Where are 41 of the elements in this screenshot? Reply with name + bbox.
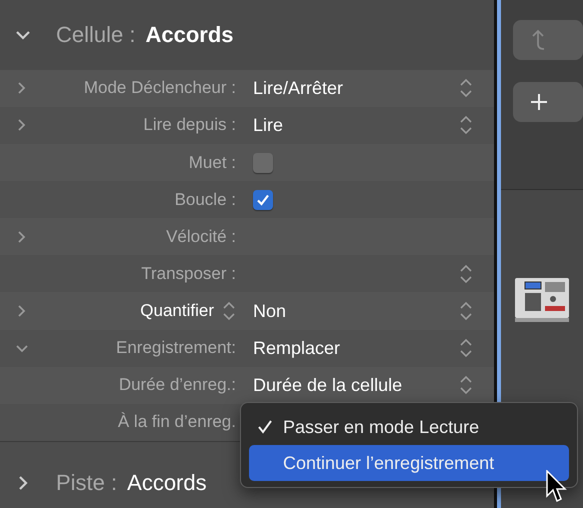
checkmark-icon <box>257 419 273 435</box>
stepper-icon[interactable] <box>459 301 473 321</box>
mouse-pointer-icon <box>546 470 568 504</box>
section-value: Accords <box>127 470 207 496</box>
field-label: Mode Déclencheur : <box>84 78 236 98</box>
popup-value[interactable]: Lire <box>253 114 284 136</box>
stepper-icon[interactable] <box>459 338 473 358</box>
stepper-icon[interactable] <box>459 115 473 136</box>
field-label: À la fin d’enreg. <box>118 412 236 432</box>
popup-value[interactable]: Durée de la cellule <box>253 374 402 396</box>
checkmark-icon <box>256 192 270 207</box>
return-arrow-button[interactable] <box>513 20 583 60</box>
disclosure-chevron-icon[interactable] <box>16 118 28 132</box>
section-label: Cellule : <box>56 22 136 48</box>
disclosure-chevron-icon[interactable] <box>16 304 28 318</box>
menu-item[interactable]: Passer en mode Lecture <box>249 409 569 445</box>
field-label: Transposer : <box>141 264 236 284</box>
popup-value[interactable]: Lire/Arrêter <box>253 78 344 99</box>
field-label: Muet : <box>188 152 236 172</box>
popup-value[interactable]: Non <box>253 300 286 322</box>
stepper-icon[interactable] <box>459 78 473 98</box>
field-label: Enregistrement: <box>116 338 236 358</box>
menu-item[interactable]: Continuer l’enregistrement <box>249 445 569 481</box>
field-label: Vélocité : <box>166 226 236 247</box>
section-value: Accords <box>145 22 234 48</box>
field-label: Lire depuis : <box>143 115 236 136</box>
stepper-icon[interactable] <box>459 375 473 396</box>
disclosure-chevron-icon[interactable] <box>16 230 28 244</box>
checkbox[interactable] <box>253 190 273 210</box>
stepper-icon[interactable] <box>222 301 236 321</box>
field-label: Boucle : <box>174 190 236 210</box>
checkbox[interactable] <box>253 152 273 172</box>
disclosure-chevron-icon[interactable] <box>16 81 28 96</box>
field-label: Durée d’enreg.: <box>118 375 236 396</box>
plus-icon <box>529 92 549 112</box>
popup-value[interactable]: Remplacer <box>253 338 340 359</box>
drum-machine-icon <box>515 278 569 322</box>
section-label: Piste : <box>56 470 118 496</box>
field-label[interactable]: Quantifier <box>140 301 214 321</box>
add-button[interactable] <box>513 82 583 122</box>
stepper-icon[interactable] <box>459 264 473 284</box>
